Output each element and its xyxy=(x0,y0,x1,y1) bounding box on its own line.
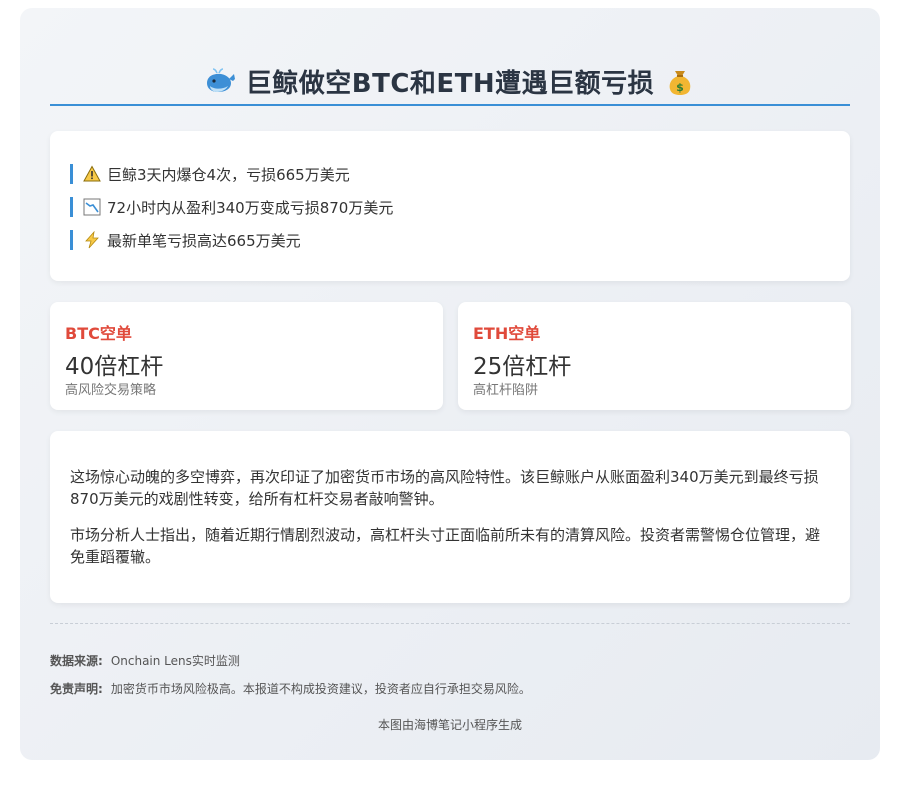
btc-stat-card: BTC空单 40倍杠杆 高风险交易策略 xyxy=(50,302,443,410)
alert-text: 巨鲸3天内爆仓4次，亏损665万美元 xyxy=(107,165,350,184)
article-paragraph: 这场惊心动魄的多空博弈，再次印证了加密货币市场的高风险特性。该巨鲸账户从账面盈利… xyxy=(70,468,819,508)
article-paragraph: 市场分析人士指出，随着近期行情剧烈波动，高杠杆头寸正面临前所未有的清算风险。投资… xyxy=(70,526,821,566)
chart-down-icon xyxy=(83,198,101,216)
alert-item: 巨鲸3天内爆仓4次，亏损665万美元 xyxy=(70,164,350,184)
disclaimer-line: 免责声明: 加密货币市场风险极高。本报道不构成投资建议，投资者应自行承担交易风险。 xyxy=(50,680,531,697)
key-points-card: 巨鲸3天内爆仓4次，亏损665万美元 72小时内从盈利340万变成亏损870万美… xyxy=(50,131,850,281)
stat-value: 25倍杠杆 xyxy=(473,354,572,380)
whale-icon xyxy=(206,68,235,92)
poster-frame: 巨鲸做空BTC和ETH遭遇巨额亏损 $ 巨鲸3天内爆仓4次，亏损665万美元 7… xyxy=(20,8,880,760)
stat-label: BTC空单 xyxy=(65,324,132,343)
eth-stat-card: ETH空单 25倍杠杆 高杠杆陷阱 xyxy=(458,302,851,410)
stat-label: ETH空单 xyxy=(473,324,541,343)
credit-text: 本图由海博笔记小程序生成 xyxy=(377,718,522,732)
money-bag-icon: $ xyxy=(669,71,691,95)
header: 巨鲸做空BTC和ETH遭遇巨额亏损 $ xyxy=(50,58,850,106)
alert-item: 72小时内从盈利340万变成亏损870万美元 xyxy=(70,197,393,217)
lightning-icon xyxy=(85,231,99,249)
warning-icon xyxy=(83,165,101,182)
stat-subtitle: 高风险交易策略 xyxy=(65,383,157,398)
divider xyxy=(50,623,850,624)
disclaimer-label: 免责声明: xyxy=(50,682,103,696)
stat-value: 40倍杠杆 xyxy=(65,354,164,380)
disclaimer-text: 加密货币市场风险极高。本报道不构成投资建议，投资者应自行承担交易风险。 xyxy=(110,682,531,696)
alert-text: 72小时内从盈利340万变成亏损870万美元 xyxy=(107,198,394,217)
page-title: 巨鲸做空BTC和ETH遭遇巨额亏损 xyxy=(245,68,655,99)
alert-text: 最新单笔亏损高达665万美元 xyxy=(107,231,301,250)
source-line: 数据来源: Onchain Lens实时监测 xyxy=(50,652,240,669)
source-label: 数据来源: xyxy=(50,654,103,668)
alert-item: 最新单笔亏损高达665万美元 xyxy=(70,230,301,250)
article-card: 这场惊心动魄的多空博弈，再次印证了加密货币市场的高风险特性。该巨鲸账户从账面盈利… xyxy=(50,431,850,603)
stat-subtitle: 高杠杆陷阱 xyxy=(473,383,539,398)
svg-text:$: $ xyxy=(676,81,684,94)
source-text: Onchain Lens实时监测 xyxy=(110,654,240,668)
